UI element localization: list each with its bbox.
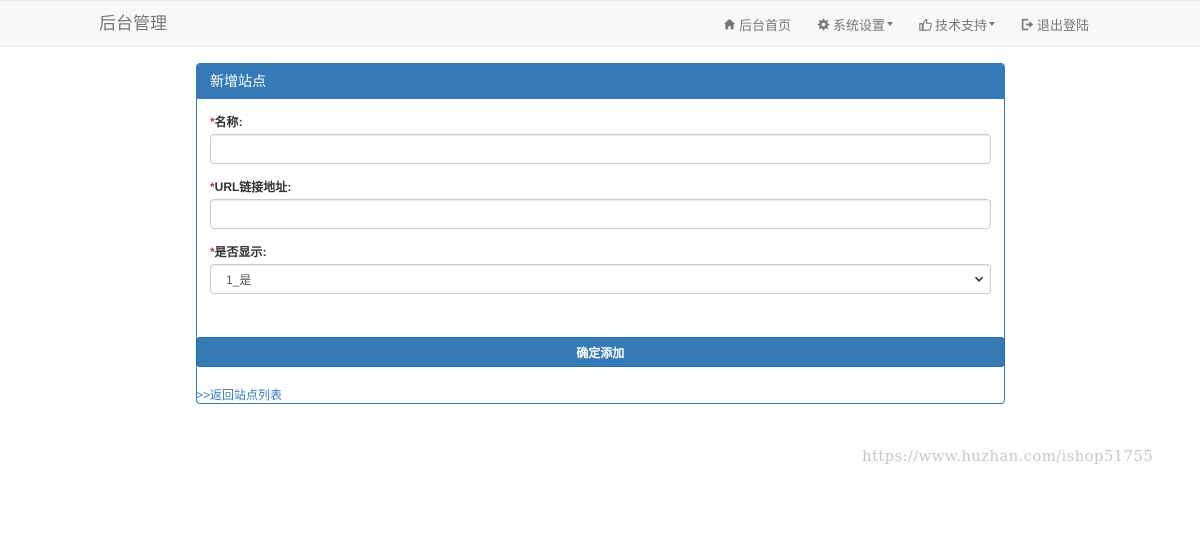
display-label-text: 是否显示: [214,245,267,259]
display-label: *是否显示: [210,243,267,260]
url-input[interactable] [210,199,991,229]
nav-item-label: 退出登陆 [1036,17,1089,33]
nav-item-system-settings[interactable]: 系统设置 [804,1,906,47]
thumbs-up-icon [919,18,932,31]
logout-icon [1021,18,1034,30]
name-label-text: 名称: [214,115,243,129]
chevron-down-icon [974,276,984,282]
name-label: *名称: [210,113,243,130]
display-select[interactable]: 1_是 [210,264,991,294]
add-site-panel: 新增站点 *名称: *URL链接地址: *是否显示: 1_是 确定添加 >>返回… [196,63,1005,404]
nav-item-label: 系统设置 [832,17,885,33]
watermark-text: https://www.huzhan.com/ishop51755 [862,447,1154,465]
brand-link[interactable]: 后台管理 [99,13,167,35]
nav-item-home[interactable]: 后台首页 [710,1,804,47]
url-label-text: URL链接地址: [214,180,292,194]
nav-item-tech-support[interactable]: 技术支持 [906,1,1008,47]
back-to-site-list-link[interactable]: >>返回站点列表 [196,386,282,403]
gear-icon [817,18,830,31]
name-input[interactable] [210,134,991,164]
nav-item-label: 技术支持 [934,17,987,33]
caret-down-icon [886,22,893,26]
nav-menu: 后台首页 系统设置 技术支持 退出登陆 [710,1,1102,47]
home-icon [723,18,736,29]
nav-item-label: 后台首页 [738,17,791,33]
panel-title: 新增站点 [197,64,1004,99]
display-select-value: 1_是 [226,272,252,287]
submit-button[interactable]: 确定添加 [196,337,1005,367]
caret-down-icon [988,22,995,26]
nav-item-logout[interactable]: 退出登陆 [1008,1,1102,47]
top-navbar: 后台管理 后台首页 系统设置 技术支持 退出登陆 [0,0,1200,47]
url-label: *URL链接地址: [210,178,291,195]
